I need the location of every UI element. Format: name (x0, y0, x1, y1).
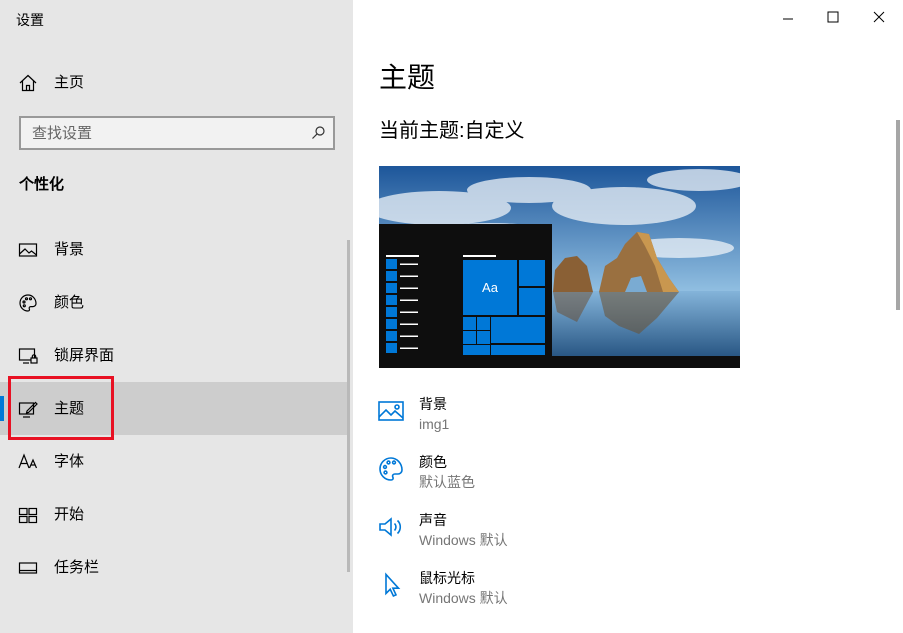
picture-icon (377, 397, 405, 425)
start-menu-entry-icon (386, 331, 397, 341)
start-menu-entry-line (400, 299, 418, 301)
speaker-icon (377, 513, 405, 541)
search-icon[interactable] (310, 125, 326, 141)
start-tile (477, 331, 490, 344)
sidebar-item-label: 主题 (54, 399, 85, 417)
start-menu-entry-line (400, 275, 418, 277)
start-menu-entry-icon (386, 271, 397, 281)
cursor-icon (377, 571, 405, 599)
minimize-button[interactable] (773, 5, 803, 29)
start-menu-entry-line (400, 311, 418, 313)
settings-item-value: img1 (419, 416, 450, 432)
start-menu-entry-line (400, 263, 418, 265)
sidebar-item-colors[interactable]: 颜色 (0, 276, 350, 329)
start-tile (463, 331, 476, 344)
start-menu-entry-icon (386, 283, 397, 293)
sidebar-item-label: 背景 (54, 240, 85, 258)
close-icon (869, 7, 889, 27)
start-menu-entry-line (400, 323, 418, 325)
start-tile (519, 260, 545, 286)
picture-icon (17, 239, 39, 261)
main-content: 主题 当前主题:自定义 Aa 背景 img1 颜色 默认蓝色 声音 Window… (353, 0, 903, 633)
start-menu-entry-icon (386, 319, 397, 329)
palette-icon (377, 455, 405, 483)
font-icon (17, 451, 39, 473)
settings-item-background[interactable]: 背景 img1 (377, 394, 857, 450)
taskbar-icon (17, 557, 39, 579)
search-box[interactable] (19, 116, 335, 150)
page-title: 主题 (379, 62, 436, 93)
app-title: 设置 (16, 12, 44, 28)
start-tile-wide (491, 317, 545, 343)
cloud (552, 187, 696, 225)
settings-item-colors[interactable]: 颜色 默认蓝色 (377, 452, 857, 508)
start-tile-wide (491, 345, 545, 355)
settings-item-value: 默认蓝色 (419, 474, 475, 490)
settings-item-sounds[interactable]: 声音 Windows 默认 (377, 510, 857, 566)
maximize-button[interactable] (818, 5, 848, 29)
sidebar-item-label: 锁屏界面 (54, 346, 115, 364)
taskbar-preview (379, 356, 740, 368)
sidebar-item-label: 主页 (54, 73, 85, 91)
home-icon (17, 72, 39, 94)
settings-item-value: Windows 默认 (419, 532, 508, 548)
start-menu-entry-icon (386, 259, 397, 269)
start-menu-entry-icon (386, 343, 397, 353)
sidebar-item-label: 任务栏 (54, 558, 100, 576)
start-menu-entry-line (400, 347, 418, 349)
sidebar-item-fonts[interactable]: 字体 (0, 435, 350, 488)
start-tile (463, 345, 490, 355)
settings-item-title: 背景 (419, 396, 447, 412)
theme-preview-image: Aa (379, 166, 740, 368)
sidebar-item-label: 开始 (54, 505, 85, 523)
start-icon (17, 504, 39, 526)
start-tile (463, 317, 476, 330)
tile-text: Aa (482, 280, 499, 295)
start-tiles (463, 260, 545, 355)
start-tile (519, 288, 545, 315)
settings-item-value: Windows 默认 (419, 590, 508, 606)
start-tile (477, 317, 490, 330)
minimize-icon (778, 7, 798, 27)
maximize-icon (823, 7, 843, 27)
lock-screen-icon (17, 345, 39, 367)
palette-icon (17, 292, 39, 314)
selected-indicator (0, 396, 4, 421)
tiles-header-line (463, 255, 496, 257)
sidebar-item-start[interactable]: 开始 (0, 488, 350, 541)
start-menu-preview: Aa (379, 224, 552, 368)
sidebar: 设置 主页 个性化 背景 颜色 锁屏界面 主题 (0, 0, 353, 633)
section-title: 个性化 (19, 176, 65, 193)
sidebar-item-themes[interactable]: 主题 (0, 382, 350, 435)
theme-preview: Aa (379, 166, 740, 368)
sidebar-item-taskbar[interactable]: 任务栏 (0, 541, 350, 594)
settings-item-mouse-cursor[interactable]: 鼠标光标 Windows 默认 (377, 568, 857, 624)
sidebar-item-label: 颜色 (54, 293, 85, 311)
settings-item-title: 鼠标光标 (419, 570, 475, 586)
close-button[interactable] (864, 5, 894, 29)
start-menu-entry-line (400, 287, 418, 289)
start-menu-entry-icon (386, 307, 397, 317)
start-menu-entry-icon (386, 295, 397, 305)
main-scrollbar[interactable] (896, 120, 900, 310)
settings-item-title: 声音 (419, 512, 447, 528)
sidebar-item-label: 字体 (54, 452, 85, 470)
sidebar-item-lock-screen[interactable]: 锁屏界面 (0, 329, 350, 382)
sidebar-item-home[interactable]: 主页 (0, 56, 350, 109)
current-theme-label: 当前主题:自定义 (379, 120, 525, 142)
settings-item-title: 颜色 (419, 454, 447, 470)
sidebar-scrollbar[interactable] (347, 240, 350, 572)
start-menu-header-line (386, 255, 419, 257)
theme-icon (17, 398, 39, 420)
sidebar-item-background[interactable]: 背景 (0, 223, 350, 276)
start-menu-entry-line (400, 335, 418, 337)
search-input[interactable] (21, 118, 301, 148)
